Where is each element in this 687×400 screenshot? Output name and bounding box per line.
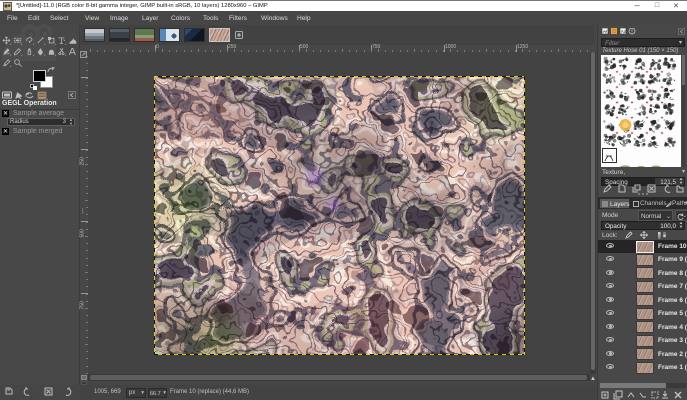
svg-text:Aa: Aa: [621, 29, 627, 34]
